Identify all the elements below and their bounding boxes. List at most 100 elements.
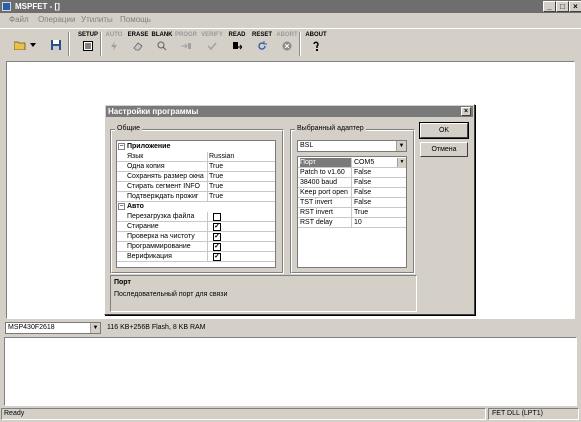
adapter-prop-name: Patch to v1.60 bbox=[300, 168, 352, 177]
device-select-value: MSP430F2618 bbox=[8, 324, 55, 331]
save-button[interactable] bbox=[42, 31, 70, 59]
property-value[interactable]: True bbox=[208, 172, 223, 181]
adapter-prop-value[interactable]: True bbox=[354, 208, 368, 217]
adapter-prop-value[interactable]: False bbox=[354, 198, 371, 207]
title-bar: MSPFET - [] _ □ × bbox=[0, 0, 581, 13]
property-row[interactable]: Стирание ✓ bbox=[117, 222, 275, 232]
property-value[interactable]: True bbox=[208, 182, 223, 191]
collapse-toggle-icon[interactable]: − bbox=[118, 143, 125, 150]
minimize-button[interactable]: _ bbox=[543, 1, 556, 12]
general-group-label: Общие bbox=[115, 125, 143, 132]
adapter-row[interactable]: Keep port open False bbox=[298, 188, 406, 198]
open-dropdown-button[interactable] bbox=[26, 31, 40, 59]
property-name: Стирать сегмент INFO bbox=[126, 182, 208, 191]
abort-stop-icon bbox=[282, 41, 292, 51]
adapter-row[interactable]: TST invert False bbox=[298, 198, 406, 208]
adapter-prop-value[interactable]: False bbox=[354, 168, 371, 177]
adapter-row[interactable]: RST delay 10 bbox=[298, 218, 406, 228]
adapter-prop-value[interactable]: COM5 bbox=[354, 158, 374, 167]
setup-icon bbox=[83, 41, 93, 51]
status-connection: FET DLL (LPT1) bbox=[488, 408, 579, 420]
property-name: Язык bbox=[126, 152, 208, 161]
close-button[interactable]: × bbox=[569, 1, 581, 12]
menu-operations[interactable]: Операции bbox=[38, 15, 75, 24]
general-property-grid: − Приложение Язык Russian Одна копия Tru… bbox=[116, 140, 276, 268]
chevron-down-icon[interactable]: ▼ bbox=[396, 141, 406, 151]
adapter-row[interactable]: 38400 baud False bbox=[298, 178, 406, 188]
property-row[interactable]: Перезагрузка файла bbox=[117, 212, 275, 222]
adapter-prop-value[interactable]: False bbox=[354, 178, 371, 187]
chevron-down-icon[interactable]: ▼ bbox=[397, 158, 406, 167]
adapter-row[interactable]: RST invert True bbox=[298, 208, 406, 218]
help-question-icon bbox=[313, 41, 319, 51]
adapter-row[interactable]: Порт COM5 ▼ bbox=[298, 158, 406, 168]
device-bar: MSP430F2618 ▼ 116 KB+256B Flash, 8 KB RA… bbox=[0, 320, 581, 336]
chevron-down-icon[interactable]: ▼ bbox=[90, 323, 100, 333]
adapter-prop-name: Порт bbox=[300, 158, 352, 167]
save-disk-icon bbox=[51, 40, 61, 50]
dialog-close-button[interactable]: × bbox=[461, 107, 471, 116]
chevron-down-icon bbox=[30, 43, 36, 47]
checkbox[interactable]: ✓ bbox=[213, 233, 221, 241]
reset-refresh-icon bbox=[258, 41, 267, 50]
property-row[interactable]: Подтверждать прожиг True bbox=[117, 192, 275, 202]
checkbox[interactable] bbox=[213, 213, 221, 221]
menu-utilities[interactable]: Утилиты bbox=[81, 15, 113, 24]
menu-bar: Файл Операции Утилиты Помощь bbox=[0, 13, 581, 27]
adapter-select[interactable]: BSL ▼ bbox=[297, 140, 407, 152]
property-name: Одна копия bbox=[126, 162, 208, 171]
property-row[interactable]: Сохранять размер окна True bbox=[117, 172, 275, 182]
checkbox[interactable]: ✓ bbox=[213, 253, 221, 261]
dialog-title: Настройки программы bbox=[108, 107, 199, 116]
adapter-select-value: BSL bbox=[300, 142, 314, 149]
category-app[interactable]: − Приложение bbox=[117, 142, 275, 152]
adapter-prop-name: RST invert bbox=[300, 208, 352, 217]
property-row[interactable]: Программирование ✓ bbox=[117, 242, 275, 252]
category-auto-label: Авто bbox=[127, 203, 144, 210]
menu-file[interactable]: Файл bbox=[9, 15, 29, 24]
open-folder-icon bbox=[14, 41, 26, 50]
property-row[interactable]: Язык Russian bbox=[117, 152, 275, 162]
read-icon bbox=[233, 42, 242, 50]
property-name: Сохранять размер окна bbox=[126, 172, 208, 181]
status-bar: Ready FET DLL (LPT1) bbox=[0, 407, 581, 422]
app-icon bbox=[2, 2, 11, 11]
description-text: Последовательный порт для связи bbox=[114, 291, 228, 298]
adapter-prop-value[interactable]: 10 bbox=[354, 218, 362, 227]
maximize-button[interactable]: □ bbox=[556, 1, 569, 12]
adapter-prop-name: 38400 baud bbox=[300, 178, 352, 187]
adapter-prop-name: Keep port open bbox=[300, 188, 352, 197]
category-auto[interactable]: − Авто bbox=[117, 202, 275, 212]
about-button[interactable]: ABOUT bbox=[302, 31, 330, 59]
property-name: Проверка на чистоту bbox=[126, 232, 208, 241]
adapter-prop-value[interactable]: False bbox=[354, 188, 371, 197]
device-info: 116 KB+256B Flash, 8 KB RAM bbox=[107, 324, 206, 331]
property-name: Программирование bbox=[126, 242, 208, 251]
description-title: Порт bbox=[114, 279, 131, 286]
property-value[interactable]: Russian bbox=[208, 152, 234, 161]
property-row[interactable]: Стирать сегмент INFO True bbox=[117, 182, 275, 192]
property-value[interactable]: True bbox=[208, 162, 223, 171]
adapter-group-label: Выбранный адаптер bbox=[295, 125, 366, 132]
adapter-row[interactable]: Patch to v1.60 False bbox=[298, 168, 406, 178]
blank-check-icon bbox=[157, 41, 167, 51]
ok-button[interactable]: OK bbox=[419, 122, 469, 139]
property-row[interactable]: Одна копия True bbox=[117, 162, 275, 172]
menu-help[interactable]: Помощь bbox=[120, 15, 151, 24]
property-name: Подтверждать прожиг bbox=[126, 192, 208, 201]
cancel-button[interactable]: Отмена bbox=[420, 142, 468, 157]
property-name: Перезагрузка файла bbox=[126, 212, 208, 221]
erase-icon bbox=[133, 42, 143, 51]
about-label: ABOUT bbox=[305, 32, 327, 38]
checkbox[interactable]: ✓ bbox=[213, 243, 221, 251]
property-row[interactable]: Проверка на чистоту ✓ bbox=[117, 232, 275, 242]
property-name: Верификация bbox=[126, 252, 208, 261]
auto-lightning-icon bbox=[111, 41, 117, 51]
property-row[interactable]: Верификация ✓ bbox=[117, 252, 275, 262]
checkbox[interactable]: ✓ bbox=[213, 223, 221, 231]
toolbar: SETUP AUTO ERASE BLANK PROGR VERIFY READ… bbox=[0, 28, 581, 60]
property-value[interactable]: True bbox=[208, 192, 223, 201]
collapse-toggle-icon[interactable]: − bbox=[118, 203, 125, 210]
device-select[interactable]: MSP430F2618 ▼ bbox=[5, 322, 101, 334]
adapter-prop-name: TST invert bbox=[300, 198, 352, 207]
